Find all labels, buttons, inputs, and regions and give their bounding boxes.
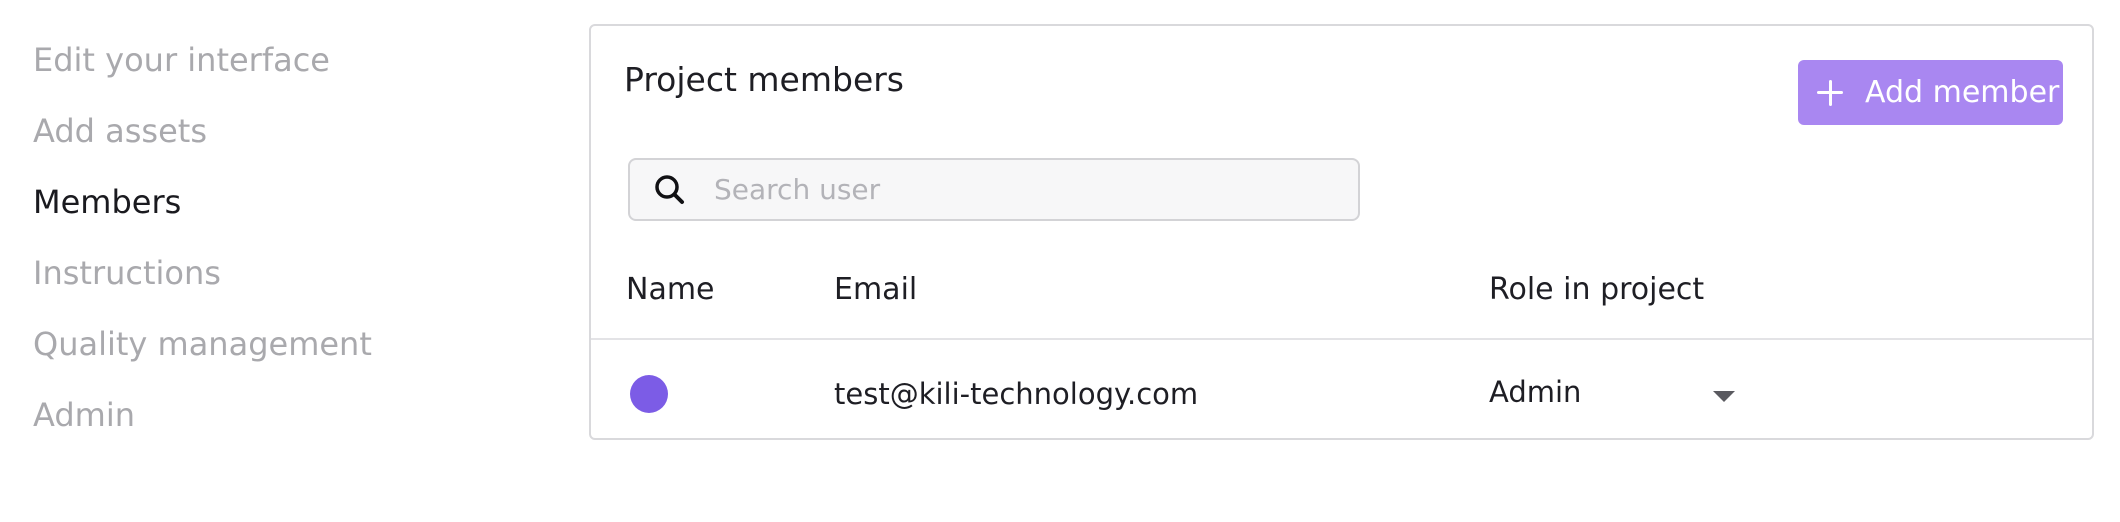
column-header-email[interactable]: Email [834,272,917,308]
search-box[interactable] [628,158,1360,221]
avatar [630,375,668,413]
role-value: Admin [1489,375,1582,409]
add-member-label: Add member [1865,74,2060,110]
sidebar-item-add-assets[interactable]: Add assets [33,111,207,151]
column-header-name[interactable]: Name [626,272,715,308]
member-email: test@kili-technology.com [834,377,1199,411]
project-members-card: Project members Add member Name Email Ro… [589,24,2094,440]
sidebar-item-instructions[interactable]: Instructions [33,253,221,293]
search-icon [655,174,684,204]
sidebar-item-quality-management[interactable]: Quality management [33,324,372,364]
add-member-button[interactable]: Add member [1798,60,2063,125]
header-divider [591,338,2092,340]
plus-icon [1817,79,1843,106]
sidebar-item-admin[interactable]: Admin [33,395,135,435]
role-select[interactable]: Admin [1489,374,1754,414]
sidebar-item-members[interactable]: Members [33,182,181,222]
caret-down-icon [1713,391,1735,402]
sidebar-item-edit-interface[interactable]: Edit your interface [33,40,330,80]
column-header-role[interactable]: Role in project [1489,272,1704,308]
search-user-input[interactable] [714,173,1314,206]
card-title: Project members [624,60,905,99]
